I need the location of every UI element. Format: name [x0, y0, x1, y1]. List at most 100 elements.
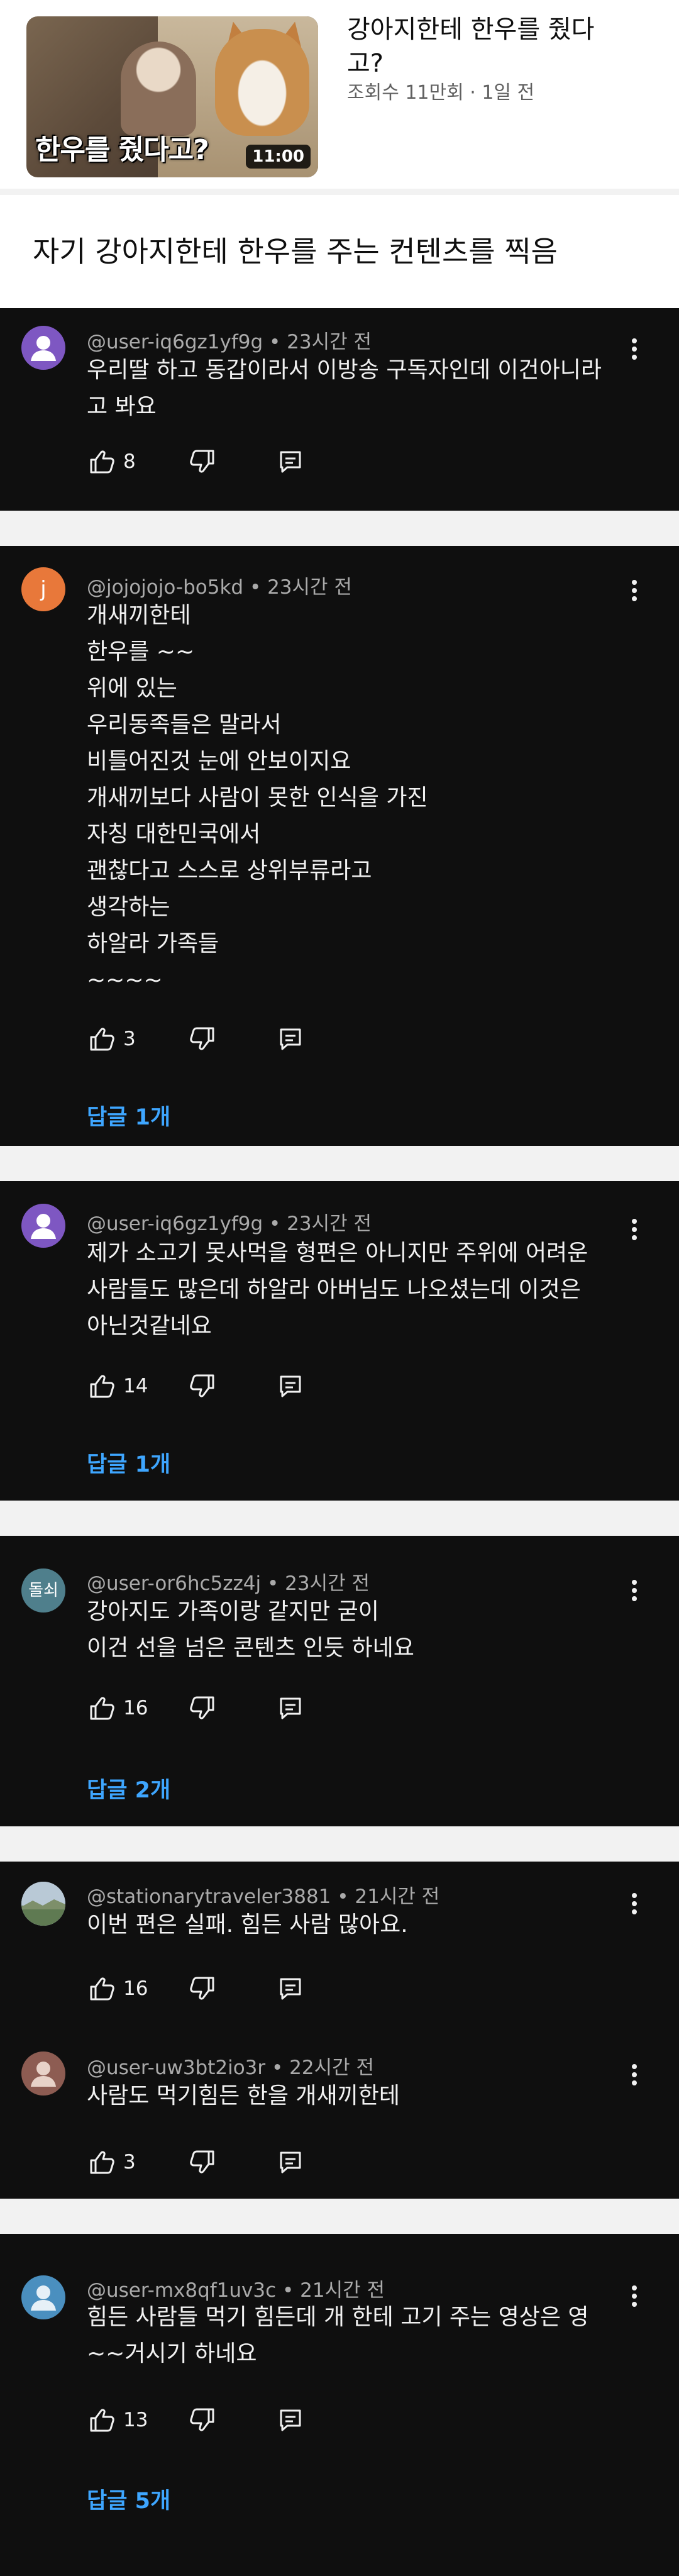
comment-line: ~~~~ — [87, 967, 163, 993]
separator — [0, 511, 679, 546]
comment-line: 괜찮다고 스스로 상위부류라고 — [87, 858, 372, 884]
comment-line: 자칭 대한민국에서 — [87, 821, 261, 847]
comment-text: 사람도 먹기힘든 한을 개새끼한테 — [87, 2078, 627, 2114]
reply-comment-icon[interactable] — [275, 2147, 306, 2177]
thumbs-up-icon[interactable] — [87, 1974, 117, 2004]
comment-separator: • — [272, 2057, 290, 2079]
thumbs-down-icon[interactable] — [187, 2405, 218, 2435]
comment-line: ~~거시기 하네요 — [87, 2341, 257, 2367]
thumbs-down-icon[interactable] — [187, 447, 218, 477]
comment-time: 23시간 전 — [287, 1213, 372, 1235]
like-count: 16 — [123, 1977, 148, 2000]
thumbnail-caption: 한우를 줬다고? — [35, 134, 209, 166]
landscape-photo-icon[interactable] — [21, 1882, 65, 1926]
thumbnail-dog — [215, 29, 309, 136]
user-caption: 자기 강아지한테 한우를 주는 컨텐츠를 찍음 — [0, 195, 679, 299]
comment-line: 이건 선을 넘은 콘텐츠 인듯 하네요 — [87, 1635, 414, 1661]
reply-comment-icon[interactable] — [275, 1974, 306, 2004]
video-title[interactable]: 강아지한테 한우를 줬다 고? — [347, 13, 649, 80]
comment-header: @user-mx8qf1uv3c • 21시간 전 — [87, 2274, 385, 2302]
user-caption-text: 자기 강아지한테 한우를 주는 컨텐츠를 찍음 — [33, 235, 558, 269]
comment-line: 아닌것같네요 — [87, 1313, 212, 1339]
view-replies-button[interactable]: 답글 1개 — [87, 1446, 170, 1479]
comment-header: @jojojojo-bo5kd • 23시간 전 — [87, 571, 352, 599]
like-count: 3 — [123, 2151, 136, 2174]
thumbs-down-icon[interactable] — [187, 1974, 218, 2004]
more-vertical-icon[interactable] — [626, 1216, 643, 1244]
view-replies-button[interactable]: 답글 1개 — [87, 1099, 170, 1131]
comment-line: 비틀어진것 눈에 안보이지요 — [87, 748, 351, 774]
view-replies-button[interactable]: 답글 2개 — [87, 1772, 170, 1804]
comment-line: 강아지도 가족이랑 같지만 굳이 — [87, 1599, 379, 1624]
comment-line: 한우를 ~~ — [87, 639, 195, 665]
comment-author[interactable]: @stationarytraveler3881 — [87, 1885, 331, 1908]
default-user-icon[interactable] — [21, 326, 65, 370]
comment-author[interactable]: @user-uw3bt2io3r — [87, 2057, 265, 2079]
reply-comment-icon[interactable] — [275, 1693, 306, 1723]
view-replies-button[interactable]: 답글 5개 — [87, 2483, 170, 2515]
comment-author[interactable]: @user-iq6gz1yf9g — [87, 1213, 263, 1235]
comment-time: 23시간 전 — [285, 1572, 370, 1595]
comment-author[interactable]: @user-mx8qf1uv3c — [87, 2279, 276, 2302]
more-vertical-icon[interactable] — [626, 577, 643, 605]
separator — [0, 1501, 679, 1536]
thumbs-up-icon[interactable] — [87, 1371, 117, 1401]
thumbs-up-icon[interactable] — [87, 2405, 117, 2435]
more-vertical-icon[interactable] — [626, 1577, 643, 1605]
like-count: 16 — [123, 1697, 148, 1719]
comment-time: 23시간 전 — [267, 576, 352, 599]
comment-line: 개새끼한테 — [87, 602, 191, 628]
comment-line: 이번 편은 실패. 힘든 사람 많아요. — [87, 1912, 408, 1938]
thumbs-up-icon[interactable] — [87, 447, 117, 477]
comment-separator: • — [269, 331, 287, 353]
thumbs-up-icon[interactable] — [87, 1693, 117, 1723]
thumbs-down-icon[interactable] — [187, 1693, 218, 1723]
thumbs-down-icon[interactable] — [187, 1024, 218, 1054]
video-duration-badge: 11:00 — [246, 145, 311, 169]
like-count: 13 — [123, 2409, 148, 2431]
video-thumbnail[interactable]: 한우를 줬다고? 11:00 — [26, 16, 318, 177]
comment-line: 고 봐요 — [87, 394, 157, 419]
separator — [0, 1826, 679, 1862]
comment-card: 돌쇠 @user-or6hc5zz4j • 23시간 전 강아지도 가족이랑 같… — [0, 1536, 679, 1826]
comment-card: j @jojojojo-bo5kd • 23시간 전 개새끼한테 한우를 ~~ … — [0, 546, 679, 1146]
comment-header: @user-or6hc5zz4j • 23시간 전 — [87, 1567, 370, 1596]
comment-header: @stationarytraveler3881 • 21시간 전 — [87, 1880, 439, 1909]
comment-separator: • — [249, 576, 268, 599]
reply-comment-icon[interactable] — [275, 447, 306, 477]
screen: 한우를 줬다고? 11:00 강아지한테 한우를 줬다 고? 조회수 11만회 … — [0, 0, 679, 2576]
comment-author[interactable]: @user-or6hc5zz4j — [87, 1572, 261, 1595]
default-user-icon[interactable] — [21, 2275, 65, 2319]
comment-line: 사람들도 많은데 하알라 아버님도 나오셨는데 이것은 — [87, 1277, 581, 1302]
comment-separator: • — [267, 1572, 285, 1595]
comment-line: 생각하는 — [87, 894, 170, 920]
default-user-icon[interactable] — [21, 1204, 65, 1248]
comment-header: @user-iq6gz1yf9g • 23시간 전 — [87, 326, 372, 354]
comment-author[interactable]: @jojojojo-bo5kd — [87, 576, 243, 599]
comment-text: 우리딸 하고 동갑이라서 이방송 구독자인데 이건아니라 고 봐요 — [87, 352, 627, 425]
comment-line: 하알라 가족들 — [87, 931, 219, 957]
more-vertical-icon[interactable] — [626, 2283, 643, 2311]
reply-comment-icon[interactable] — [275, 1371, 306, 1401]
video-meta: 조회수 11만회 · 1일 전 — [347, 82, 535, 104]
comment-time: 22시간 전 — [289, 2057, 375, 2079]
thumbs-up-icon[interactable] — [87, 2147, 117, 2177]
letter-avatar-icon[interactable]: j — [21, 567, 65, 611]
thumbs-down-icon[interactable] — [187, 1371, 218, 1401]
comment-author[interactable]: @user-iq6gz1yf9g — [87, 331, 263, 353]
reply-comment-icon[interactable] — [275, 1024, 306, 1054]
comment-time: 23시간 전 — [287, 331, 372, 353]
separator — [0, 189, 679, 195]
thumbs-down-icon[interactable] — [187, 2147, 218, 2177]
reply-comment-icon[interactable] — [275, 2405, 306, 2435]
letter-avatar-icon[interactable]: 돌쇠 — [21, 1568, 65, 1613]
comment-text: 제가 소고기 못사먹을 형편은 아니지만 주위에 어려운 사람들도 많은데 하알… — [87, 1235, 627, 1345]
comment-header: @user-uw3bt2io3r • 22시간 전 — [87, 2051, 374, 2080]
comment-line: 사람도 먹기힘든 한을 개새끼한테 — [87, 2083, 400, 2109]
more-vertical-icon[interactable] — [626, 1890, 643, 1918]
more-vertical-icon[interactable] — [626, 2062, 643, 2089]
more-vertical-icon[interactable] — [626, 336, 643, 364]
default-user-icon[interactable] — [21, 2051, 65, 2096]
thumbs-up-icon[interactable] — [87, 1024, 117, 1054]
video-title-line: 강아지한테 한우를 줬다 — [347, 15, 595, 44]
